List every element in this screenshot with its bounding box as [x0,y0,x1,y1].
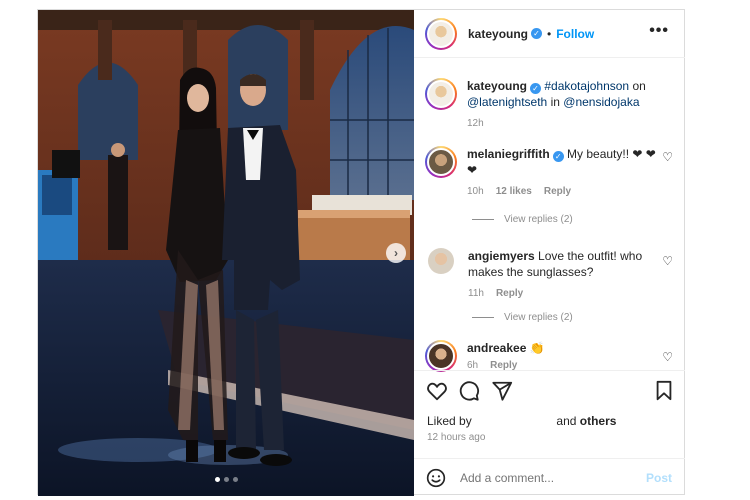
comment-body: melaniegriffith ✓ My beauty!! ❤ ❤ ❤ 10h 1… [467,146,667,200]
comment-text: 👏 [529,341,545,355]
replies-line [472,317,494,318]
comment-time[interactable]: 11h [468,286,484,302]
verified-icon: ✓ [530,83,542,94]
share-icon[interactable] [491,380,513,402]
mention-link[interactable]: @latenightseth [467,95,547,109]
liked-by: Liked by and others [427,414,616,428]
studio-photo [38,10,414,496]
caption: kateyoung ✓ #dakotajohnson on @latenights… [425,78,667,132]
avatar[interactable] [425,146,457,178]
verified-icon: ✓ [531,28,543,39]
comment-item: andreakee 👏 6h Reply [425,340,667,374]
comment-like-icon[interactable]: ♡ [662,254,673,268]
caption-time[interactable]: 12h [467,116,484,132]
mention-link[interactable]: @nensidojaka [563,95,639,109]
post-sidebar: kateyoung ✓ • Follow ••• kateyoung ✓ #dak… [414,10,685,496]
more-icon[interactable]: ••• [649,22,669,40]
caption-text: on [632,79,646,93]
comment-username[interactable]: melaniegriffith [467,147,550,161]
view-replies[interactable]: View replies (2) [472,214,573,225]
comment-body: angiemyers Love the outfit! who makes th… [468,248,668,302]
avatar[interactable] [425,78,457,110]
avatar[interactable] [428,248,454,274]
heart-icon[interactable] [426,380,448,402]
carousel-dot [232,477,238,482]
follow-button[interactable]: Follow [556,27,594,41]
comment-body: andreakee 👏 6h Reply [467,340,667,374]
comment-likes[interactable]: 12 likes [496,184,532,200]
view-replies-label: View replies (2) [504,312,573,323]
view-replies-label: View replies (2) [504,214,573,225]
header-username[interactable]: kateyoung [468,27,528,41]
carousel-dot [223,477,229,482]
avatar[interactable] [425,340,457,372]
reply-button[interactable]: Reply [544,184,571,200]
caption-text: in [550,95,560,109]
separator-dot: • [547,26,552,41]
avatar[interactable] [425,17,457,50]
comment-item: melaniegriffith ✓ My beauty!! ❤ ❤ ❤ 10h 1… [425,146,667,200]
replies-line [472,219,494,220]
comment-meta: 11h Reply [468,286,668,302]
post-timestamp[interactable]: 12 hours ago [427,432,485,443]
carousel-dot [214,477,220,482]
verified-icon: ✓ [552,151,564,162]
comment-icon[interactable] [458,380,480,402]
emoji-icon[interactable] [426,468,446,488]
post-header: kateyoung ✓ • Follow ••• [414,10,685,58]
comment-username[interactable]: andreakee [467,341,526,355]
reply-button[interactable]: Reply [496,286,523,302]
bookmark-icon[interactable] [654,380,674,402]
liked-by-prefix: Liked by [427,414,472,428]
comment-item: angiemyers Love the outfit! who makes th… [425,248,668,302]
action-bar [414,370,685,410]
comment-meta: 10h 12 likes Reply [467,184,667,200]
comment-like-icon[interactable]: ♡ [662,350,673,364]
comment-time[interactable]: 10h [467,184,484,200]
caption-body: kateyoung ✓ #dakotajohnson on @latenights… [467,78,667,132]
comment-like-icon[interactable]: ♡ [662,150,673,164]
add-comment-bar: Post [414,458,685,496]
comment-username[interactable]: angiemyers [468,249,535,263]
post-image[interactable]: › [38,10,414,496]
caption-username[interactable]: kateyoung [467,79,527,93]
instagram-post: › kateyoung ✓ • Follow ••• kateyoung ✓ #d… [37,9,685,496]
hashtag-link[interactable]: #dakotajohnson [544,79,629,93]
carousel-dots [38,477,414,482]
view-replies[interactable]: View replies (2) [472,312,573,323]
liked-by-others[interactable]: others [580,414,617,428]
comments-list: kateyoung ✓ #dakotajohnson on @latenights… [414,58,685,372]
comment-input[interactable] [460,470,646,485]
liked-by-and: and [556,414,577,428]
post-button[interactable]: Post [646,471,672,485]
next-arrow-icon[interactable]: › [386,243,406,263]
caption-meta: 12h [467,116,667,132]
